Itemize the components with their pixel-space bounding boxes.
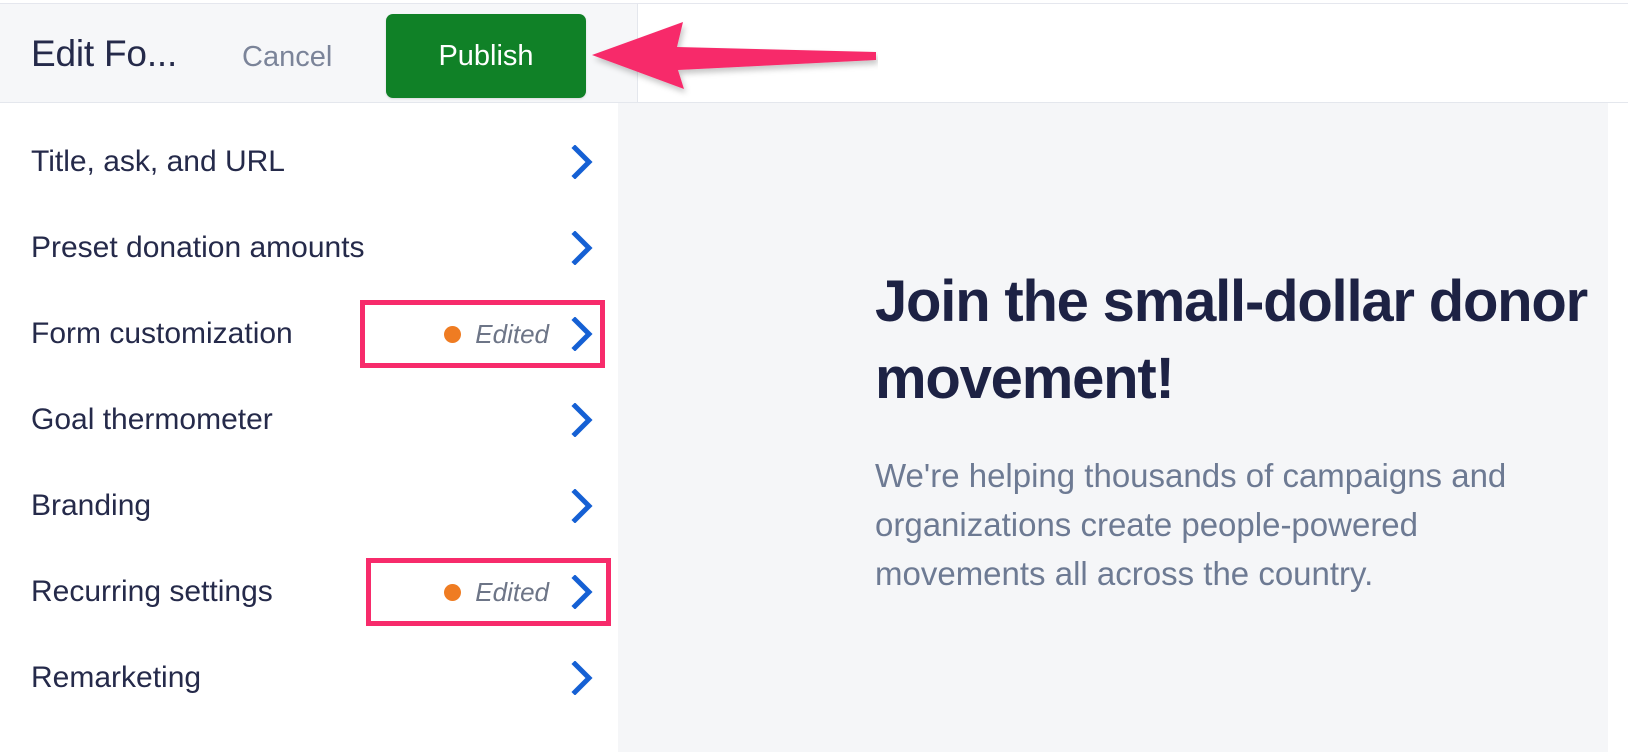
settings-row-label: Remarketing bbox=[31, 661, 202, 694]
status-badge-label: Edited bbox=[475, 577, 549, 607]
settings-row[interactable]: Recurring settings Edited bbox=[0, 549, 637, 635]
settings-row[interactable]: Form customization Edited bbox=[0, 291, 637, 377]
settings-row-label: Branding bbox=[31, 489, 152, 522]
settings-row-label: Goal thermometer bbox=[31, 403, 273, 436]
editor-header: Edit Fo... Cancel Publish bbox=[0, 4, 637, 103]
preview-top-strip bbox=[638, 4, 1628, 103]
settings-row[interactable]: Branding bbox=[0, 463, 637, 549]
status-dot-icon bbox=[444, 325, 462, 343]
status-badge: Edited bbox=[444, 319, 549, 349]
status-dot-icon bbox=[444, 583, 462, 601]
chevron-right-icon[interactable] bbox=[571, 661, 593, 695]
status-badge-label: Edited bbox=[475, 319, 549, 349]
settings-row[interactable]: Goal thermometer bbox=[0, 377, 637, 463]
settings-row-status-group bbox=[561, 136, 603, 188]
settings-row[interactable]: Remarketing bbox=[0, 635, 637, 721]
settings-row-status-group bbox=[561, 652, 603, 704]
settings-row-status-group: Edited bbox=[434, 566, 603, 618]
cancel-button[interactable]: Cancel bbox=[242, 39, 332, 75]
settings-row-label: Preset donation amounts bbox=[31, 231, 365, 264]
publish-button[interactable]: Publish bbox=[386, 14, 586, 98]
chevron-right-icon[interactable] bbox=[571, 231, 593, 265]
app-root: Edit Fo... Cancel Publish Title, ask, an… bbox=[0, 0, 1628, 752]
chevron-right-icon[interactable] bbox=[571, 575, 593, 609]
settings-row-label: Title, ask, and URL bbox=[31, 145, 285, 178]
settings-row[interactable]: Preset donation amounts bbox=[0, 205, 637, 291]
form-editor-panel: Edit Fo... Cancel Publish Title, ask, an… bbox=[0, 4, 637, 752]
preview-heading: Join the small-dollar donor movement! bbox=[875, 269, 1588, 411]
status-badge: Edited bbox=[444, 577, 549, 607]
settings-row-status-group: Edited bbox=[434, 308, 603, 360]
settings-row-label: Recurring settings bbox=[31, 575, 273, 608]
settings-row-status-group bbox=[561, 394, 603, 446]
settings-row-status-group bbox=[561, 480, 603, 532]
settings-row-status-group bbox=[561, 222, 603, 274]
settings-row-label: Form customization bbox=[31, 317, 293, 350]
settings-row[interactable]: Title, ask, and URL bbox=[0, 119, 637, 205]
chevron-right-icon[interactable] bbox=[571, 489, 593, 523]
chevron-right-icon[interactable] bbox=[571, 145, 593, 179]
page-title: Edit Fo... bbox=[31, 33, 178, 74]
settings-list: Title, ask, and URL Preset donation amoun… bbox=[0, 103, 637, 752]
form-preview-panel: Join the small-dollar donor movement! We… bbox=[618, 103, 1608, 752]
preview-body-text: We're helping thousands of campaigns and… bbox=[875, 457, 1507, 592]
chevron-right-icon[interactable] bbox=[571, 317, 593, 351]
chevron-right-icon[interactable] bbox=[571, 403, 593, 437]
